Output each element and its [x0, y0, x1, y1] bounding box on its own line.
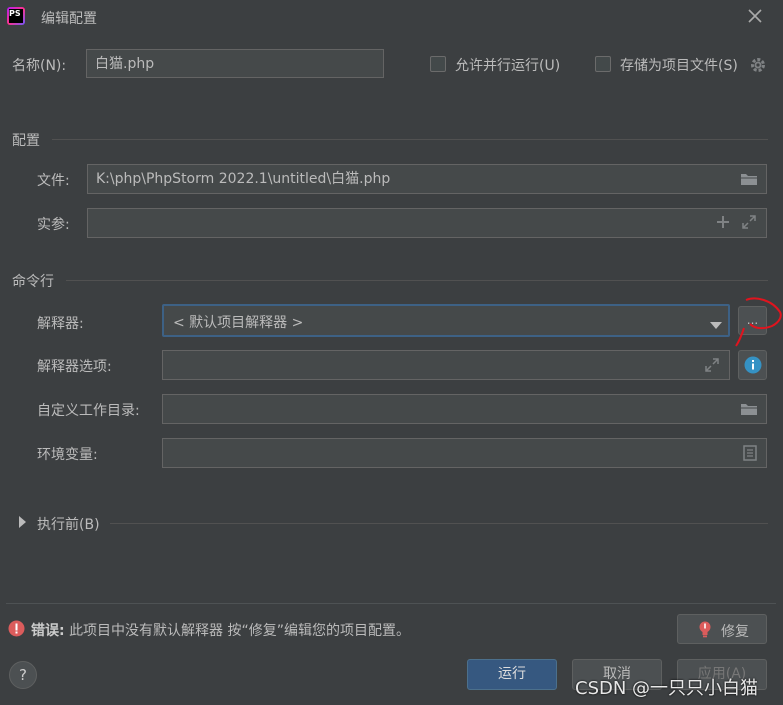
expand-icon[interactable]: [742, 215, 756, 229]
fix-button[interactable]: 修复: [677, 614, 767, 644]
folder-icon[interactable]: [740, 172, 758, 186]
store-as-file-label: 存储为项目文件(S): [620, 58, 738, 74]
info-button[interactable]: [738, 350, 767, 380]
lightbulb-icon: [699, 621, 711, 638]
interpreter-label: 解释器:: [37, 316, 84, 332]
annotation-scribble: [732, 292, 783, 352]
file-label: 文件:: [37, 173, 70, 189]
app-icon: PS: [7, 7, 25, 25]
args-input[interactable]: [87, 208, 767, 238]
error-prefix: 错误:: [31, 623, 65, 639]
interpreter-select-value: < 默认项目解释器 >: [173, 315, 304, 331]
bottom-divider: [6, 603, 776, 604]
env-label: 环境变量:: [37, 447, 98, 463]
cmdline-section-title: 命令行: [12, 274, 54, 290]
fix-button-label: 修复: [721, 624, 749, 640]
error-text: 此项目中没有默认解释器 按“修复”编辑您的项目配置。: [69, 623, 411, 639]
error-message: 错误: 此项目中没有默认解释器 按“修复”编辑您的项目配置。: [31, 620, 410, 640]
cmdline-divider: [66, 280, 768, 281]
name-label: 名称(N):: [12, 58, 67, 74]
error-icon: [8, 620, 25, 637]
store-as-file-checkbox[interactable]: [595, 56, 611, 72]
env-input[interactable]: [162, 438, 767, 468]
config-section-title: 配置: [12, 133, 40, 149]
document-icon[interactable]: [743, 445, 757, 461]
watermark: CSDN @一只只小白猫: [575, 678, 759, 699]
file-input[interactable]: K:\php\PhpStorm 2022.1\untitled\白猫.php: [87, 164, 767, 194]
expand-icon[interactable]: [705, 358, 719, 372]
args-label: 实参:: [37, 217, 70, 233]
expand-arrow-icon[interactable]: [19, 516, 27, 528]
workdir-label: 自定义工作目录:: [37, 403, 140, 419]
interpreter-select[interactable]: < 默认项目解释器 >: [162, 304, 730, 337]
interpreter-options-input[interactable]: [162, 350, 730, 380]
info-icon: [744, 356, 762, 374]
help-icon: ?: [19, 666, 27, 684]
add-icon[interactable]: [716, 215, 730, 229]
close-icon[interactable]: [748, 9, 762, 23]
help-button[interactable]: ?: [9, 661, 37, 689]
before-launch-label[interactable]: 执行前(B): [37, 514, 100, 534]
allow-parallel-label: 允许并行运行(U): [455, 58, 561, 74]
folder-icon[interactable]: [740, 402, 758, 416]
gear-icon[interactable]: [749, 56, 767, 74]
window-title: 编辑配置: [41, 11, 97, 27]
run-button[interactable]: 运行: [467, 659, 557, 690]
workdir-input[interactable]: [162, 394, 767, 424]
before-launch-divider: [110, 523, 768, 524]
config-divider: [52, 139, 768, 140]
interpreter-options-label: 解释器选项:: [37, 359, 112, 375]
name-input[interactable]: 白猫.php: [86, 49, 384, 78]
allow-parallel-checkbox[interactable]: [430, 56, 446, 72]
chevron-down-icon: [710, 318, 722, 329]
